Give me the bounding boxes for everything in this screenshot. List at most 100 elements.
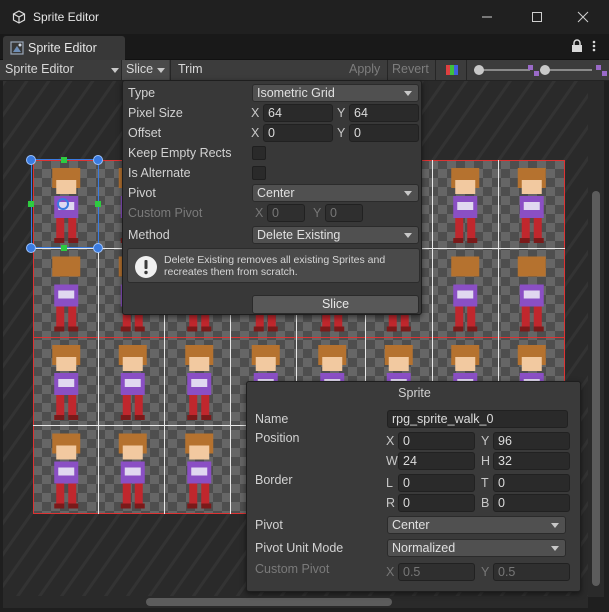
custom-pivot-x-field[interactable]: 0.5 [398,563,475,581]
lock-icon[interactable] [571,39,583,53]
offset-label: Offset [128,126,162,140]
axis-w-label: W [386,454,398,468]
close-button[interactable] [572,6,594,28]
apply-button[interactable]: Apply [349,60,380,80]
apply-label: Apply [349,62,381,76]
is-alternate-checkbox[interactable] [252,166,266,180]
border-r-field[interactable]: 0 [398,494,475,512]
border-t-field[interactable]: 0 [493,474,570,492]
pivot-unit-mode-dropdown[interactable]: Normalized [387,539,566,557]
type-label: Type [128,86,156,100]
trim-button[interactable]: Trim [178,60,203,80]
pivot-unit-value: Normalized [392,541,456,555]
tab-sprite-editor[interactable]: Sprite Editor [3,36,125,60]
axis-t-label: T [481,476,489,490]
axis-x-label: X [251,126,260,140]
kebab-menu-icon[interactable] [591,39,597,53]
border-handle-right[interactable] [95,201,101,207]
zoom-slider[interactable] [474,63,530,77]
sprite-pivot-dropdown[interactable]: Center [387,516,566,534]
vertical-scrollbar[interactable] [588,81,604,597]
sprite-frame [118,433,147,509]
sprite-frame [517,256,546,332]
toolbar: Sprite Editor Slice Trim Apply Revert [0,60,609,81]
chevron-down-icon [404,233,412,238]
type-value: Isometric Grid [257,86,335,100]
custom-pivot-y-field[interactable]: 0.5 [493,563,570,581]
custom-pivot-x-field[interactable]: 0 [267,204,305,222]
trim-label: Trim [178,62,203,76]
axis-x-label: X [386,565,395,579]
sprite-frame [52,433,81,509]
slice-guide [33,425,253,426]
axis-h-label: H [481,454,491,468]
slice-menu-button[interactable]: Slice [122,60,169,80]
sprite-frame [52,256,81,332]
sprite-name-field[interactable]: rpg_sprite_walk_0 [387,410,568,428]
offset-y-field[interactable]: 0 [349,124,419,142]
pixel-size-x-field[interactable]: 64 [263,104,333,122]
axis-y-label: Y [337,106,346,120]
axis-b-label: B [481,496,490,510]
minimize-icon [482,16,492,18]
offset-x-field[interactable]: 0 [263,124,333,142]
resize-handle-br[interactable] [93,243,103,253]
axis-r-label: R [386,496,396,510]
maximize-button[interactable] [526,6,548,28]
position-label: Position [255,431,300,445]
border-handle-bottom[interactable] [61,245,67,251]
method-help-text: Delete Existing removes all existing Spr… [164,254,386,278]
scrollbar-thumb[interactable] [146,598,392,606]
rgb-channel-icon[interactable] [446,64,459,76]
title-bar: Sprite Editor [0,0,609,34]
pixel-size-label: Pixel Size [128,106,183,120]
keep-empty-rects-label: Keep Empty Rects [128,146,232,160]
sprite-frame [118,345,147,420]
mode-dropdown[interactable]: Sprite Editor [5,60,119,80]
sprite-frame [451,168,480,243]
window-title: Sprite Editor [33,10,100,24]
resize-handle-tr[interactable] [93,155,103,165]
axis-x-label: X [251,106,260,120]
zoom-slider-thumb[interactable] [474,65,484,75]
border-l-field[interactable]: 0 [398,474,475,492]
tab-label: Sprite Editor [28,41,97,55]
horizontal-scrollbar[interactable] [3,596,588,608]
size-w-field[interactable]: 24 [398,452,475,470]
mip-slider[interactable] [540,63,602,77]
pivot-dropdown[interactable]: Center [252,184,419,202]
resize-handle-tl[interactable] [26,155,36,165]
unity-cube-icon [12,10,26,24]
sprite-properties-panel: Sprite Name rpg_sprite_walk_0 Position X… [246,381,581,592]
resize-handle-bl[interactable] [26,243,36,253]
pivot-unit-mode-label: Pivot Unit Mode [255,541,344,555]
maximize-icon [532,12,542,22]
type-dropdown[interactable]: Isometric Grid [252,84,419,102]
border-handle-top[interactable] [61,157,67,163]
pivot-handle[interactable] [57,198,69,210]
tab-bar: Sprite Editor [0,34,609,60]
size-h-field[interactable]: 32 [493,452,570,470]
minimize-button[interactable] [476,6,498,28]
toolbar-divider [170,60,171,80]
border-handle-left[interactable] [28,201,34,207]
pixel-size-y-field[interactable]: 64 [349,104,419,122]
keep-empty-rects-checkbox[interactable] [252,146,266,160]
close-icon [577,11,589,23]
custom-pivot-label: Custom Pivot [128,206,203,220]
position-y-field[interactable]: 96 [493,432,570,450]
slice-panel: Type Isometric Grid Pixel Size X 64 Y 64… [122,80,422,315]
method-dropdown[interactable]: Delete Existing [252,226,419,244]
chevron-down-icon [404,91,412,96]
sprite-frame [185,345,214,420]
axis-l-label: L [386,476,393,490]
sprite-frame [185,433,214,509]
slice-button[interactable]: Slice [252,295,419,314]
border-b-field[interactable]: 0 [493,494,570,512]
custom-pivot-y-field[interactable]: 0 [325,204,363,222]
custom-pivot-label: Custom Pivot [255,562,330,576]
scrollbar-thumb[interactable] [592,191,600,586]
revert-button[interactable]: Revert [392,60,429,80]
position-x-field[interactable]: 0 [398,432,475,450]
mip-slider-thumb[interactable] [540,65,550,75]
